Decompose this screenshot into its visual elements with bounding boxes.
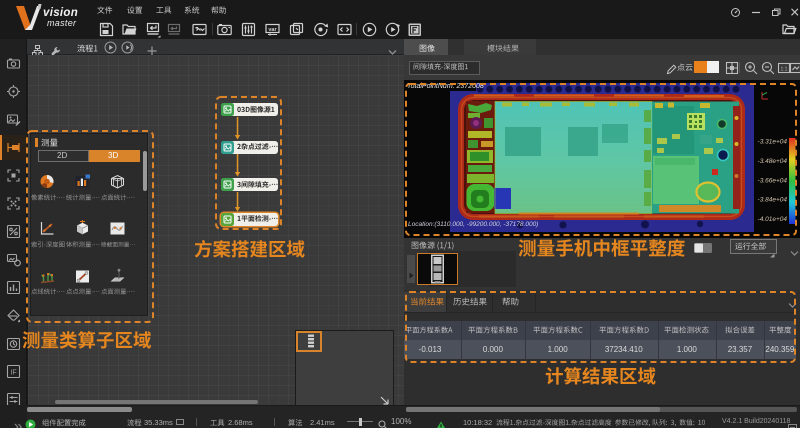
svg-text:TotalPointNum: 2372008: TotalPointNum: 2372008 <box>407 83 484 90</box>
svg-text:-3.84e+04: -3.84e+04 <box>758 197 788 204</box>
svg-text:Location:(3110.000, -99200.000: Location:(3110.000, -99200.000, -37178.0… <box>408 221 538 228</box>
svg-text:-3.48e+04: -3.48e+04 <box>758 158 788 165</box>
svg-text:-3.31e+04: -3.31e+04 <box>758 139 788 146</box>
svg-text:1:1: 1:1 <box>781 67 788 73</box>
svg-text:IF: IF <box>10 370 16 377</box>
svg-text:var: var <box>268 27 277 33</box>
svg-text:-4.01e+04: -4.01e+04 <box>758 216 788 223</box>
svg-text:-3.66e+04: -3.66e+04 <box>758 178 788 185</box>
